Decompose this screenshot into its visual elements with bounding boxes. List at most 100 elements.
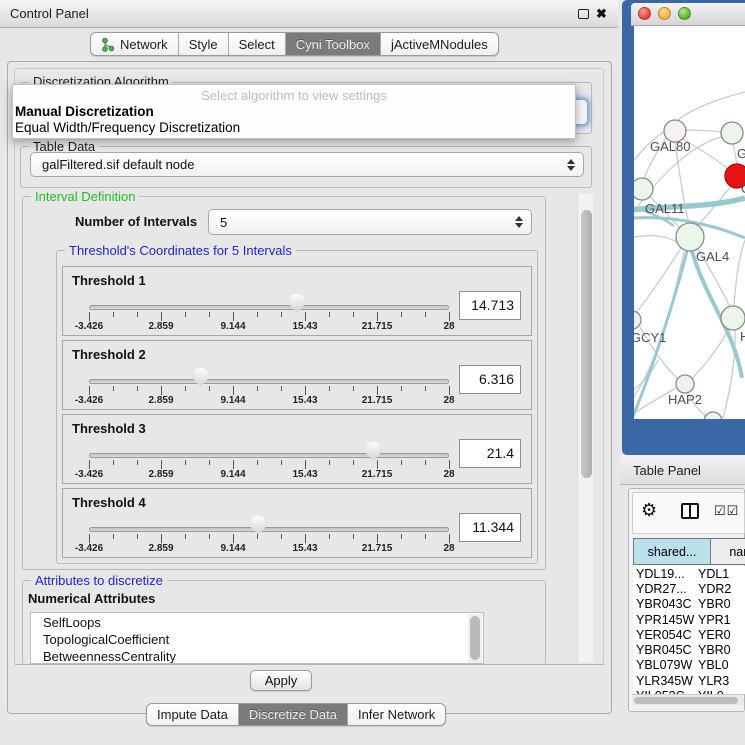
axis-tick-label: 21.715 [362,321,393,332]
network-graph[interactable]: GAL80 GA C GAL11 GAL4 GCY1 H HAP2 [634,26,745,419]
threshold-2-slider-track[interactable] [89,379,449,384]
threshold-4-slider-thumb[interactable] [251,516,266,535]
threshold-4-label: Threshold 4 [72,495,146,510]
table-row[interactable]: YDR27...YDR2 [633,581,745,596]
minor-tick [113,460,114,465]
table-horizontal-scrollbar[interactable] [632,694,744,705]
tab-cyni-toolbox-label: Cyni Toolbox [296,37,370,52]
label-clipped-ga: GA [737,146,745,161]
minor-tick [113,312,114,317]
minor-tick [401,312,402,317]
minor-tick [329,534,330,539]
table-row[interactable]: YBL079WYBL0 [633,658,745,673]
gear-icon[interactable]: ⚙ [641,500,657,521]
major-tick [89,312,90,321]
tab-network[interactable]: Network [91,33,179,55]
axis-tick-label: -3.426 [75,395,103,406]
threshold-3-panel: Threshold 3 -3.4262.8599.14415.4321.7152… [62,414,532,484]
attribute-list-item[interactable]: TopologicalCoefficient [31,630,483,647]
threshold-2-slider-thumb[interactable] [193,368,208,387]
node-bottom-partial[interactable] [704,412,722,419]
column-header-name[interactable]: name [710,538,745,565]
table-data-combobox-value: galFiltered.sif default node [42,157,194,172]
list-scrollbar-thumb[interactable] [470,616,480,660]
algorithm-option[interactable]: Manual Discretization [15,104,154,119]
table-row[interactable]: YPR145WYPR1 [633,612,745,627]
node-gal4[interactable] [676,223,704,251]
minor-tick [209,386,210,391]
node-hap2[interactable] [676,375,694,393]
float-window-icon[interactable] [578,9,589,19]
tab-discretize-data[interactable]: Discretize Data [239,704,348,725]
number-of-intervals-label: Number of Intervals [75,214,197,229]
minor-tick [137,534,138,539]
table-row[interactable]: YBR045CYBR0 [633,642,745,657]
major-tick [377,534,378,543]
tab-impute-data[interactable]: Impute Data [147,704,239,725]
minor-tick [329,460,330,465]
number-of-intervals-combobox[interactable]: 5 [208,209,532,235]
table-cell: YBL079W [633,658,696,672]
threshold-3-value-field[interactable]: 21.4 [459,439,521,468]
minor-tick [257,312,258,317]
apply-button[interactable]: Apply [250,670,312,691]
settings-scrollbar-thumb[interactable] [581,210,592,478]
label-gal4: GAL4 [696,249,729,264]
threshold-3-slider-track[interactable] [89,453,449,458]
zoom-traffic-light-icon[interactable] [678,7,691,20]
numerical-attributes-list[interactable]: SelfLoopsTopologicalCoefficientBetweenne… [30,612,484,664]
minor-tick [113,534,114,539]
attribute-list-item[interactable]: BetweennessCentrality [31,647,483,664]
threshold-1-slider-thumb[interactable] [289,294,304,313]
tab-select[interactable]: Select [229,33,286,55]
major-tick [449,386,450,395]
tab-cyni-toolbox[interactable]: Cyni Toolbox [286,33,381,55]
node-top-right[interactable] [721,122,743,144]
column-header-shared-name[interactable]: shared... [633,538,710,565]
table-row[interactable]: YDL19...YDL1 [633,566,745,581]
major-tick [89,534,90,543]
tab-style[interactable]: Style [179,33,229,55]
minor-tick [137,386,138,391]
slider-tick-labels: -3.4262.8599.14415.4321.71528 [89,321,449,334]
column-layout-icon[interactable] [681,503,699,519]
axis-tick-label: -3.426 [75,321,103,332]
threshold-1-value-field[interactable]: 14.713 [459,291,521,320]
minor-tick [401,460,402,465]
table-row[interactable]: YLR345WYLR3 [633,673,745,688]
axis-tick-label: 15.43 [292,395,317,406]
minor-tick [185,534,186,539]
algorithm-option[interactable]: Equal Width/Frequency Discretization [15,120,240,135]
minor-tick [281,460,282,465]
threshold-4-slider-track[interactable] [89,527,449,532]
major-tick [233,460,234,469]
node-gcy1[interactable] [634,311,641,329]
node-h[interactable] [721,306,745,330]
table-rows[interactable]: YDL19...YDL1YDR27...YDR2YBR043CYBR0YPR14… [633,566,745,694]
table-horizontal-scrollbar-thumb[interactable] [634,697,738,704]
tab-jactivemnodules[interactable]: jActiveMNodules [381,33,498,55]
table-cell: YLR345W [633,674,696,688]
minor-tick [281,534,282,539]
attribute-list-item[interactable]: SelfLoops [31,613,483,630]
table-data-combobox[interactable]: galFiltered.sif default node [30,152,584,177]
list-scrollbar[interactable] [468,614,482,664]
settings-scrollbar[interactable] [577,194,593,662]
table-row[interactable]: YER054CYER0 [633,627,745,642]
minor-tick [257,386,258,391]
checkbox-icons[interactable]: ☑☑ [714,503,739,519]
tab-infer-network[interactable]: Infer Network [348,704,445,725]
close-icon[interactable]: ✖ [596,6,607,22]
label-hap2: HAP2 [668,392,702,407]
node-gal11[interactable] [634,178,653,200]
threshold-1-slider-track[interactable] [89,305,449,310]
threshold-4-panel: Threshold 4 -3.4262.8599.14415.4321.7152… [62,488,532,558]
major-tick [233,534,234,543]
control-panel-title: Control Panel [10,6,89,21]
minimize-traffic-light-icon[interactable] [658,7,671,20]
close-traffic-light-icon[interactable] [638,7,651,20]
threshold-4-value-field[interactable]: 11.344 [459,513,521,542]
table-row[interactable]: YBR043CYBR0 [633,597,745,612]
threshold-2-value-field[interactable]: 6.316 [459,365,521,394]
threshold-3-slider-thumb[interactable] [366,442,381,461]
